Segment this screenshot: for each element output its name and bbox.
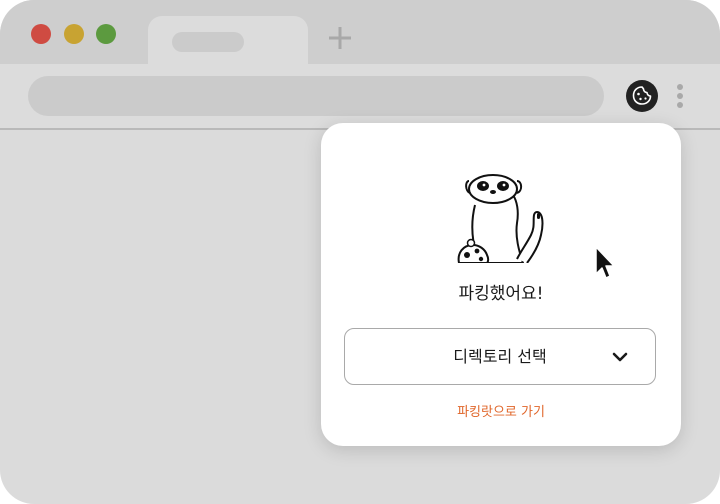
plus-icon xyxy=(329,27,351,49)
directory-select-dropdown[interactable]: 디렉토리 선택 xyxy=(344,328,656,385)
browser-menu-button[interactable] xyxy=(672,80,688,112)
mouse-pointer-icon xyxy=(595,246,615,279)
kebab-dot xyxy=(677,102,683,108)
new-tab-button[interactable] xyxy=(326,24,354,52)
meerkat-mascot-illustration xyxy=(457,174,544,263)
kebab-dot xyxy=(677,84,683,90)
chevron-down-icon xyxy=(612,352,628,362)
extension-button[interactable] xyxy=(626,80,658,112)
close-window-button[interactable] xyxy=(31,24,51,44)
tab-title-placeholder xyxy=(172,32,244,52)
browser-toolbar xyxy=(0,64,720,128)
kebab-dot xyxy=(677,93,683,99)
cookie-icon xyxy=(632,86,652,105)
go-to-parkinglot-link[interactable]: 파킹랏으로 가기 xyxy=(321,401,681,420)
extension-popup: 파킹했어요! 디렉토리 선택 파킹랏으로 가기 xyxy=(321,123,681,446)
address-bar[interactable] xyxy=(28,76,604,116)
parking-status-message: 파킹했어요! xyxy=(458,284,544,304)
browser-tab[interactable] xyxy=(148,16,308,68)
title-bar xyxy=(0,0,720,68)
minimize-window-button[interactable] xyxy=(64,24,84,44)
directory-select-value: 디렉토리 선택 xyxy=(453,347,547,366)
maximize-window-button[interactable] xyxy=(96,24,116,44)
